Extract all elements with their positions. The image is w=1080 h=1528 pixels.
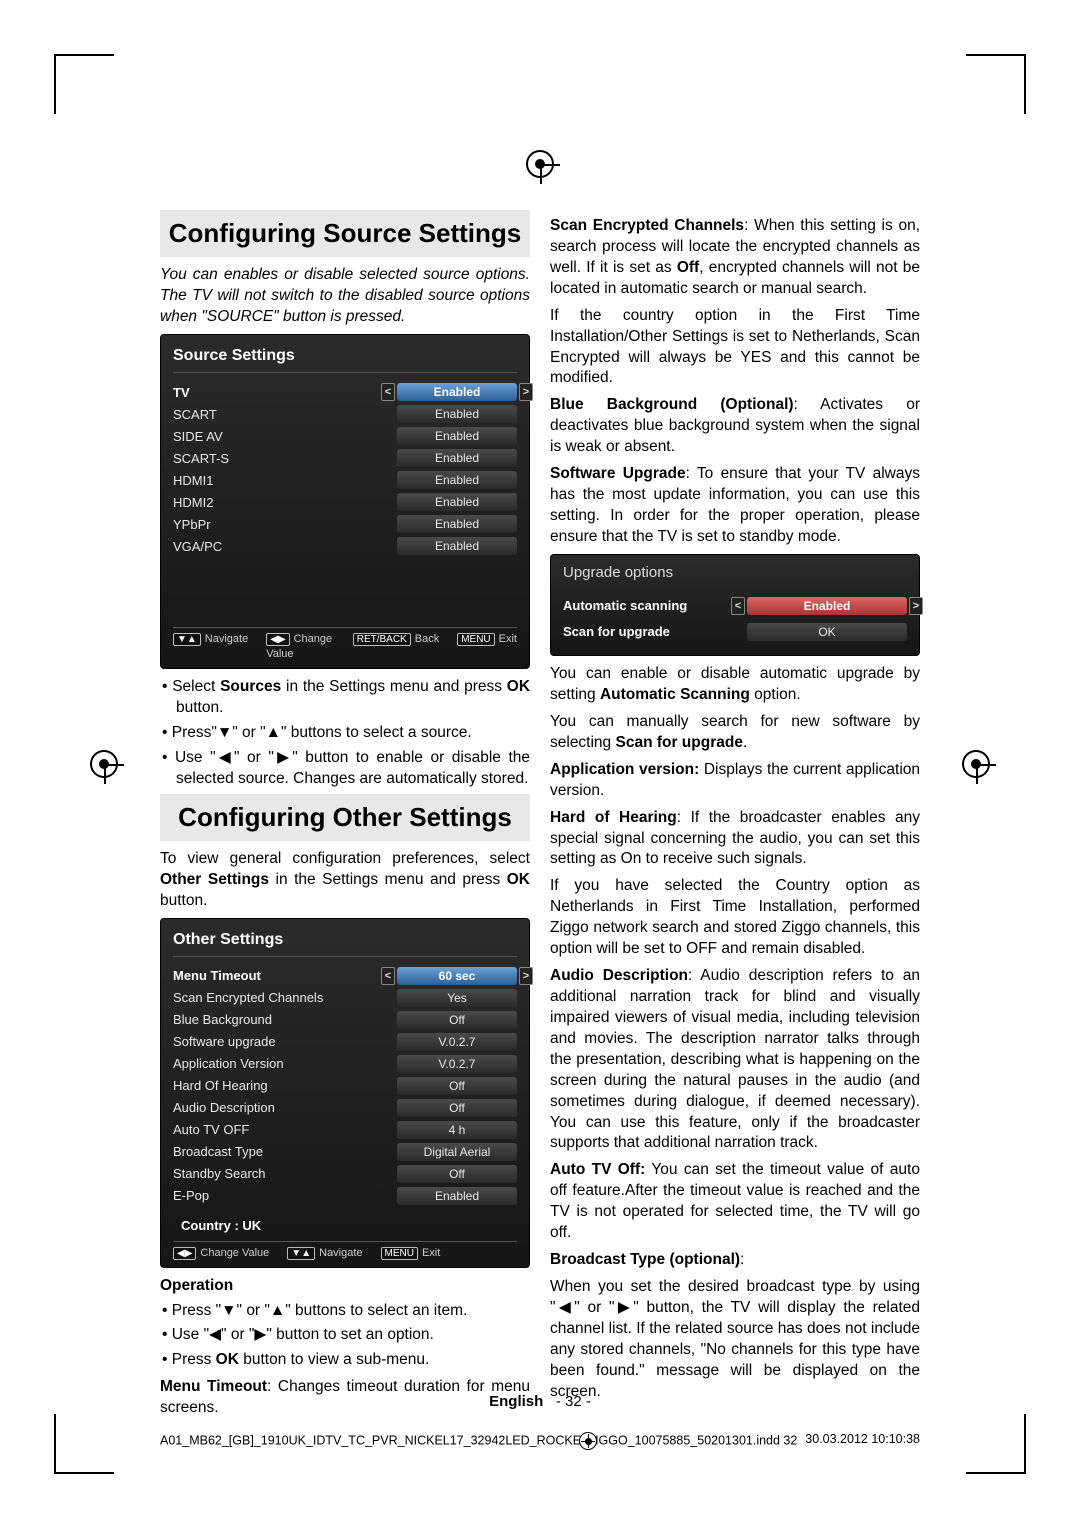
list-item: Use "◀" or "▶" button to enable or disab… [162,748,530,790]
osd-row: Standby SearchOff [173,1163,517,1185]
p-blue-bg: Blue Background (Optional): Activates or… [550,395,920,458]
osd-row: Blue BackgroundOff [173,1009,517,1031]
registration-mark [526,150,554,178]
heading-source-settings: Configuring Source Settings [160,210,530,257]
p-hard-of-hearing: Hard of Hearing: If the broadcaster enab… [550,808,920,871]
page-footer: English - 32 - [160,1393,920,1410]
p-auto-upgrade: You can enable or disable automatic upgr… [550,664,920,706]
p-audio-description: Audio Description: Audio description ref… [550,966,920,1154]
osd-row: SCART-SEnabled [173,447,517,469]
osd-row: E-PopEnabled [173,1185,517,1207]
p-netherlands-note: If you have selected the Country option … [550,876,920,960]
osd-row: Auto TV OFF4 h [173,1119,517,1141]
p-country-note: If the country option in the First Time … [550,306,920,390]
p-broadcast-type: When you set the desired broadcast type … [550,1277,920,1403]
crop-mark [966,1472,1026,1474]
osd-other-settings: Other Settings Menu Timeout<60 sec>Scan … [160,918,530,1268]
p-broadcast-type-head: Broadcast Type (optional): [550,1250,920,1271]
imposition-footer: A01_MB62_[GB]_1910UK_IDTV_TC_PVR_NICKEL1… [160,1432,920,1450]
intro-other: To view general configuration preference… [160,849,530,912]
osd-row: Scan for upgrade OK [563,619,907,645]
osd-row: Menu Timeout<60 sec> [173,965,517,987]
osd-row: Broadcast TypeDigital Aerial [173,1141,517,1163]
p-scan-encrypted: Scan Encrypted Channels: When this setti… [550,216,920,300]
operation-heading: Operation [160,1276,530,1297]
osd-row: Automatic scanning <Enabled> [563,593,907,619]
osd-row: Audio DescriptionOff [173,1097,517,1119]
osd-row: HDMI2Enabled [173,491,517,513]
osd-title: Source Settings [173,345,517,374]
crop-mark [54,1472,114,1474]
heading-other-settings: Configuring Other Settings [160,794,530,841]
list-item: Press"▼" or "▲" buttons to select a sour… [162,723,530,744]
osd-row: Software upgradeV.0.2.7 [173,1031,517,1053]
crop-mark [966,54,1026,56]
p-auto-tv-off: Auto TV Off: You can set the timeout val… [550,1160,920,1244]
intro-source: You can enables or disable selected sour… [160,265,530,328]
osd-upgrade-options: Upgrade options Automatic scanning <Enab… [550,554,920,656]
osd-rows: Menu Timeout<60 sec>Scan Encrypted Chann… [173,965,517,1207]
osd-footer: ▼▲Navigate ◀▶Change Value RET/BACKBack M… [173,627,517,662]
crop-mark [54,54,114,56]
registration-mark [962,750,990,778]
osd-row: SIDE AVEnabled [173,425,517,447]
osd-row: Hard Of HearingOff [173,1075,517,1097]
osd-row: Application VersionV.0.2.7 [173,1053,517,1075]
registration-mark [90,750,118,778]
osd-source-settings: Source Settings TV<Enabled>SCARTEnabledS… [160,334,530,669]
bullets-operation: Press "▼" or "▲" buttons to select an it… [160,1301,530,1372]
osd-row: TV<Enabled> [173,381,517,403]
p-manual-upgrade: You can manually search for new software… [550,712,920,754]
list-item: Press "▼" or "▲" buttons to select an it… [162,1301,530,1322]
osd-row: SCARTEnabled [173,403,517,425]
osd-title: Other Settings [173,929,517,958]
osd-rows: TV<Enabled>SCARTEnabledSIDE AVEnabledSCA… [173,381,517,557]
osd-country: Country : UK [173,1217,517,1235]
list-item: Select Sources in the Settings menu and … [162,677,530,719]
bullets-source: Select Sources in the Settings menu and … [160,677,530,790]
list-item: Use "◀" or "▶" button to set an option. [162,1325,530,1346]
p-software-upgrade: Software Upgrade: To ensure that your TV… [550,464,920,548]
list-item: Press OK button to view a sub-menu. [162,1350,530,1371]
p-app-version: Application version: Displays the curren… [550,760,920,802]
osd-row: VGA/PCEnabled [173,535,517,557]
osd-row: HDMI1Enabled [173,469,517,491]
osd-footer: ◀▶Change Value ▼▲Navigate MENUExit [173,1241,517,1261]
osd-row: YPbPrEnabled [173,513,517,535]
osd-title: Upgrade options [563,563,907,583]
osd-row: Scan Encrypted ChannelsYes [173,987,517,1009]
